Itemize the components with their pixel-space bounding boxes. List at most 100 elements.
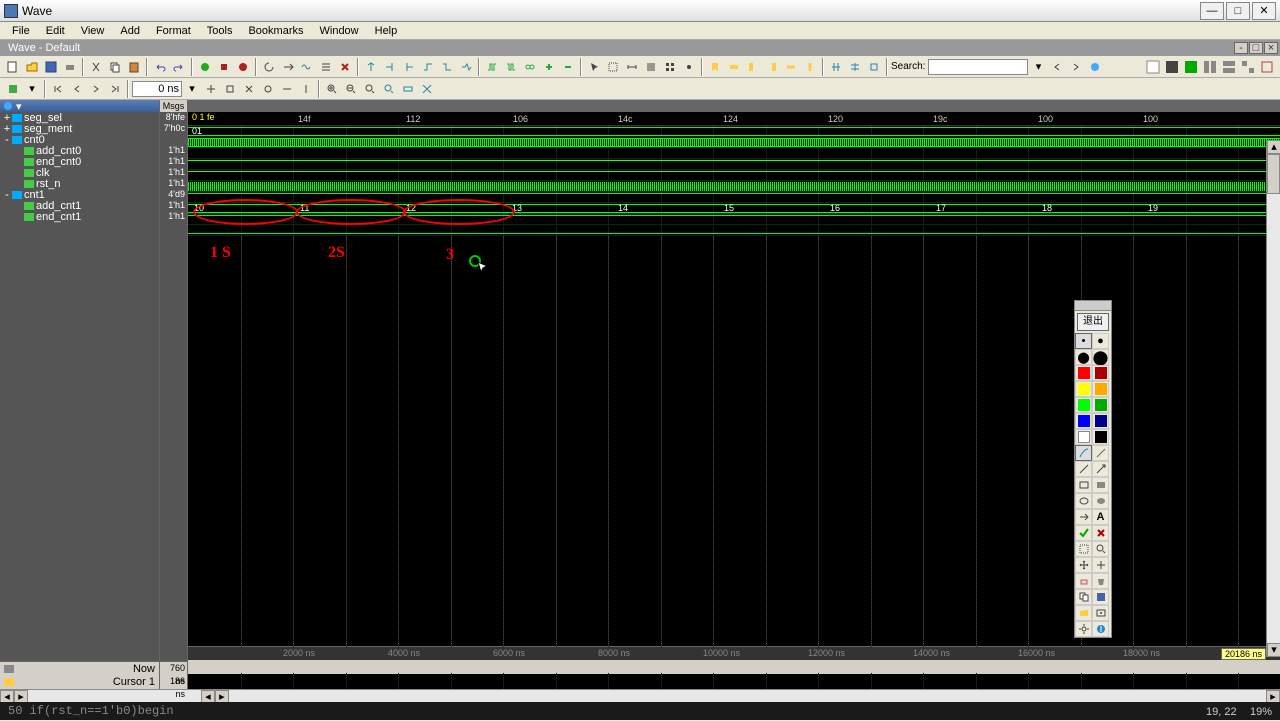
layout2-icon[interactable] <box>1163 58 1181 76</box>
ruler-icon[interactable] <box>642 58 660 76</box>
stop-icon[interactable] <box>215 58 233 76</box>
bookmark5-icon[interactable] <box>782 58 800 76</box>
zoom-in-icon[interactable] <box>323 80 341 98</box>
nav-first-icon[interactable] <box>49 80 67 98</box>
color-blue[interactable] <box>1075 413 1092 429</box>
layout3-icon[interactable] <box>1182 58 1200 76</box>
goto5-icon[interactable] <box>278 80 296 98</box>
print-icon[interactable] <box>61 58 79 76</box>
zoom-full-icon[interactable] <box>361 80 379 98</box>
brush-med-icon[interactable]: ● <box>1092 333 1109 349</box>
menu-file[interactable]: File <box>4 25 38 37</box>
color-red[interactable] <box>1075 365 1092 381</box>
cursor-add-icon[interactable] <box>362 58 380 76</box>
goto6-icon[interactable] <box>297 80 315 98</box>
cursor-next-icon[interactable] <box>400 58 418 76</box>
restart-icon[interactable] <box>260 58 278 76</box>
doc-max-button[interactable]: □ <box>1249 42 1263 54</box>
menu-tools[interactable]: Tools <box>199 25 241 37</box>
search-input[interactable] <box>928 59 1028 75</box>
timeline[interactable]: 0 1 fe 14f 112 106 14c 124 120 19c 100 1… <box>188 112 1280 126</box>
wave-area[interactable]: 01 10 11 12 13 14 15 16 17 <box>188 126 1280 646</box>
color-yellow[interactable] <box>1075 381 1092 397</box>
search-down-icon[interactable]: ▾ <box>1029 58 1047 76</box>
palette-exit-button[interactable]: 退出 <box>1077 313 1109 331</box>
layout6-icon[interactable] <box>1239 58 1257 76</box>
tool-line-icon[interactable] <box>1075 461 1092 477</box>
color-darkred[interactable] <box>1092 365 1109 381</box>
tool-pencil-icon[interactable] <box>1092 445 1109 461</box>
layout7-icon[interactable] <box>1258 58 1276 76</box>
scroll-down-button[interactable]: ▾ <box>1267 643 1280 657</box>
group-fall-icon[interactable] <box>502 58 520 76</box>
bookmark2-icon[interactable] <box>725 58 743 76</box>
scroll-thumb[interactable] <box>1267 154 1280 194</box>
layout5-icon[interactable] <box>1220 58 1238 76</box>
tool-eraser-icon[interactable] <box>1075 573 1092 589</box>
search-opts-icon[interactable] <box>1086 58 1104 76</box>
cancel-icon[interactable] <box>336 58 354 76</box>
tool-folder-icon[interactable] <box>1075 605 1092 621</box>
grid-icon[interactable] <box>661 58 679 76</box>
tool-check-icon[interactable] <box>1075 525 1092 541</box>
goto4-icon[interactable] <box>259 80 277 98</box>
tool-move-icon[interactable] <box>1075 557 1092 573</box>
bookmark6-icon[interactable] <box>801 58 819 76</box>
tool-x-icon[interactable] <box>1092 525 1109 541</box>
edge-any-icon[interactable] <box>457 58 475 76</box>
menu-window[interactable]: Window <box>312 25 367 37</box>
cursor-prev-icon[interactable] <box>381 58 399 76</box>
tool-copy-icon[interactable] <box>1075 589 1092 605</box>
group-link-icon[interactable] <box>521 58 539 76</box>
menu-help[interactable]: Help <box>367 25 406 37</box>
tool-trash-icon[interactable] <box>1092 573 1109 589</box>
tool-settings-icon[interactable] <box>1075 621 1092 637</box>
group-rise-icon[interactable] <box>483 58 501 76</box>
zoom-out-icon[interactable] <box>342 80 360 98</box>
color-darkgreen[interactable] <box>1092 397 1109 413</box>
color-darkblue[interactable] <box>1092 413 1109 429</box>
doc-min-button[interactable]: - <box>1234 42 1248 54</box>
tool-save-icon[interactable] <box>1092 589 1109 605</box>
signal-list[interactable]: +seg_sel +seg_ment -cnt0 add_cnt0 end_cn… <box>0 112 159 661</box>
nav-prev-icon[interactable] <box>68 80 86 98</box>
horizontal-scrollbar[interactable]: ◂ ▸ ◂ ▸ ▸ <box>0 689 1280 703</box>
redo-icon[interactable] <box>170 58 188 76</box>
tool-rect-icon[interactable] <box>1075 477 1092 493</box>
expand-icon[interactable]: - <box>2 134 12 146</box>
pointer-icon[interactable] <box>585 58 603 76</box>
layout1-icon[interactable] <box>1144 58 1162 76</box>
list-icon[interactable] <box>317 58 335 76</box>
search-next-icon[interactable] <box>1067 58 1085 76</box>
menu-bookmarks[interactable]: Bookmarks <box>240 25 311 37</box>
measure-icon[interactable] <box>623 58 641 76</box>
doc-close-button[interactable]: × <box>1264 42 1278 54</box>
zoom-range-icon[interactable] <box>399 80 417 98</box>
cut-icon[interactable] <box>87 58 105 76</box>
tool-text-icon[interactable]: A <box>1092 509 1109 525</box>
tool-ellipse-icon[interactable] <box>1075 493 1092 509</box>
tool-pen-icon[interactable] <box>1075 445 1092 461</box>
goto3-icon[interactable] <box>240 80 258 98</box>
menu-view[interactable]: View <box>73 25 113 37</box>
expand2-icon[interactable] <box>846 58 864 76</box>
tool-arrow-line-icon[interactable] <box>1092 461 1109 477</box>
expand1-icon[interactable] <box>827 58 845 76</box>
time-down-icon[interactable]: ▾ <box>183 80 201 98</box>
bookmark4-icon[interactable] <box>763 58 781 76</box>
nav-last-icon[interactable] <box>106 80 124 98</box>
layout4-icon[interactable] <box>1201 58 1219 76</box>
menu-edit[interactable]: Edit <box>38 25 73 37</box>
copy-icon[interactable] <box>106 58 124 76</box>
tool-crosshair-icon[interactable] <box>1092 557 1109 573</box>
color-green[interactable] <box>1075 397 1092 413</box>
scroll-up-button[interactable]: ▴ <box>1267 140 1280 154</box>
minimize-button[interactable]: — <box>1200 2 1224 20</box>
group-add-icon[interactable] <box>540 58 558 76</box>
tool-rect-fill-icon[interactable] <box>1092 477 1109 493</box>
time-input[interactable] <box>132 81 182 97</box>
brush-xl-icon[interactable]: ⬤ <box>1092 349 1109 365</box>
edge-rise-icon[interactable] <box>419 58 437 76</box>
new-icon[interactable] <box>4 58 22 76</box>
save-icon[interactable] <box>42 58 60 76</box>
